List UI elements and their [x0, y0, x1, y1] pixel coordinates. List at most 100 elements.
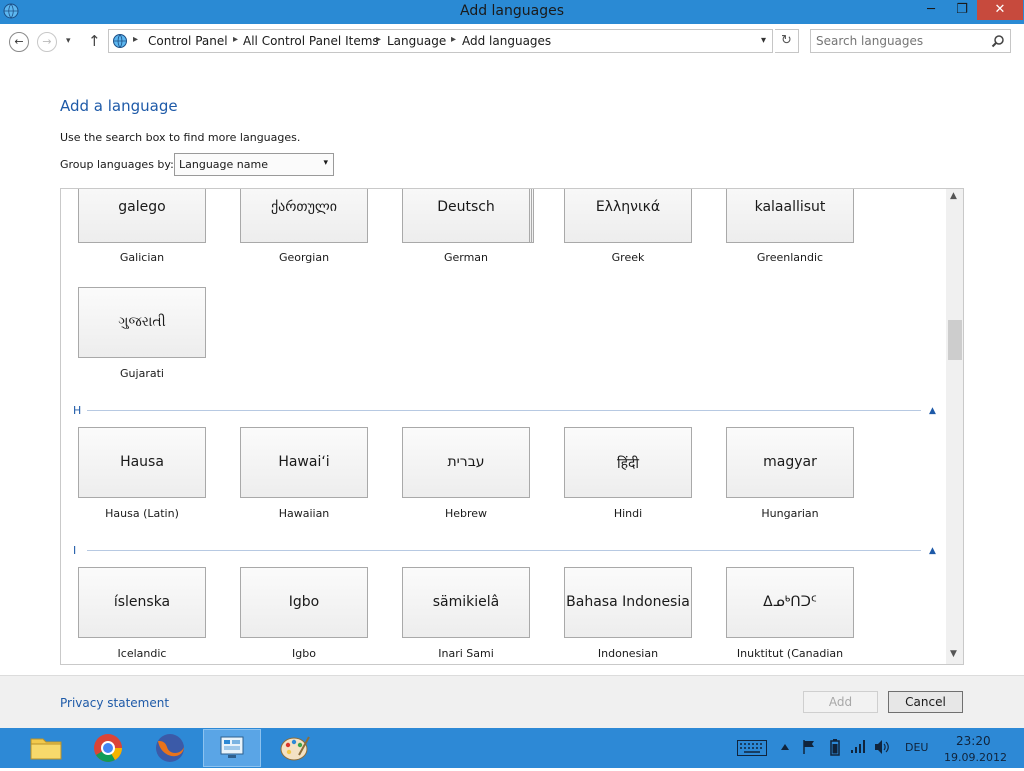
input-language-indicator[interactable]: DEU — [905, 741, 928, 754]
breadcrumb-add-languages[interactable]: Add languages — [462, 34, 551, 48]
language-tile-german[interactable]: Deutsch — [402, 189, 530, 243]
search-hint: Use the search box to find more language… — [60, 131, 301, 144]
language-caption: Hungarian — [761, 507, 819, 520]
language-caption: Icelandic — [117, 647, 167, 660]
breadcrumb-separator[interactable]: ▸ — [376, 34, 381, 45]
breadcrumb-all-items[interactable]: All Control Panel Items — [243, 34, 379, 48]
native-name: ગુજરાતી — [118, 314, 166, 330]
title-bar: Add languages ─ ❐ ✕ — [0, 0, 1024, 24]
language-caption: Georgian — [278, 251, 330, 264]
privacy-statement-link[interactable]: Privacy statement — [60, 696, 169, 710]
scrollbar-thumb[interactable] — [948, 320, 962, 360]
breadcrumb-separator[interactable]: ▸ — [451, 34, 456, 45]
native-name: ქართული — [270, 199, 338, 215]
clock-date[interactable]: 19.09.2012 — [944, 751, 1007, 764]
close-button[interactable]: ✕ — [977, 0, 1023, 20]
minimize-button[interactable]: ─ — [916, 0, 946, 20]
breadcrumb-language[interactable]: Language — [387, 34, 446, 48]
native-name: Bahasa Indonesia — [566, 594, 690, 610]
language-tile-greek[interactable]: Ελληνικά — [564, 189, 692, 243]
control-panel-icon — [220, 736, 244, 758]
folder-icon — [30, 738, 62, 760]
window-title: Add languages — [459, 3, 565, 19]
language-tile-hausa[interactable]: Hausa — [78, 427, 206, 498]
language-tile-igbo[interactable]: Igbo — [240, 567, 368, 638]
collapse-group-icon[interactable]: ▲ — [929, 546, 936, 556]
recent-locations-button[interactable]: ▾ — [66, 36, 71, 46]
group-header-i[interactable]: I — [73, 544, 76, 557]
language-tile-galician[interactable]: galego — [78, 189, 206, 243]
search-input[interactable] — [810, 29, 1011, 53]
breadcrumb-control-panel[interactable]: Control Panel — [148, 34, 228, 48]
native-name: Hausa — [120, 454, 164, 470]
language-tile-greenlandic[interactable]: kalaallisut — [726, 189, 854, 243]
clock-time[interactable]: 23:20 — [956, 734, 991, 748]
group-header-h[interactable]: H — [73, 404, 81, 417]
language-tile-georgian[interactable]: ქართული — [240, 189, 368, 243]
group-by-label: Group languages by: — [60, 158, 174, 171]
group-by-select[interactable]: Language name ▾ — [174, 153, 334, 176]
show-hidden-icons-icon[interactable] — [780, 742, 790, 752]
vertical-scrollbar[interactable]: ▲ ▼ — [946, 189, 963, 664]
native-name: kalaallisut — [754, 199, 826, 215]
language-tile-hindi[interactable]: हिंदी — [564, 427, 692, 498]
native-name: עברית — [447, 454, 485, 470]
taskbar: DEU 23:20 19.09.2012 — [0, 728, 1024, 768]
touch-keyboard-icon[interactable] — [737, 740, 767, 756]
add-button[interactable]: Add — [803, 691, 878, 713]
battery-icon[interactable] — [830, 738, 840, 756]
volume-icon[interactable] — [874, 739, 890, 755]
language-tile-hawaiian[interactable]: Hawaiʻi — [240, 427, 368, 498]
back-button[interactable]: ← — [9, 32, 29, 52]
refresh-button[interactable]: ↻ — [775, 29, 799, 53]
forward-button[interactable]: → — [37, 32, 57, 52]
native-name: sämikielâ — [432, 594, 500, 610]
scroll-down-button[interactable]: ▼ — [950, 649, 957, 659]
language-caption: Inari Sami — [438, 647, 494, 660]
group-divider — [87, 410, 921, 411]
taskbar-control-panel[interactable] — [203, 729, 261, 767]
language-tile-gujarati[interactable]: ગુજરાતી — [78, 287, 206, 358]
native-name: ᐃᓄᒃᑎᑐᑦ — [763, 594, 817, 610]
native-name: हिंदी — [616, 456, 640, 472]
taskbar-firefox[interactable] — [141, 729, 199, 767]
language-caption: Greenlandic — [756, 251, 824, 264]
address-dropdown-button[interactable]: ▾ — [761, 35, 766, 46]
firefox-icon — [156, 734, 184, 762]
cancel-button[interactable]: Cancel — [888, 691, 963, 713]
group-by-value: Language name — [179, 158, 268, 171]
search-icon[interactable] — [991, 34, 1005, 48]
navigation-bar: ← → ▾ ↑ ▸ Control Panel ▸ All Control Pa… — [0, 24, 1024, 60]
breadcrumb-separator[interactable]: ▸ — [233, 34, 238, 45]
language-tile-hungarian[interactable]: magyar — [726, 427, 854, 498]
action-center-flag-icon[interactable] — [802, 739, 816, 755]
network-signal-icon[interactable] — [850, 738, 868, 754]
native-name: Igbo — [288, 594, 320, 610]
address-bar[interactable]: ▸ Control Panel ▸ All Control Panel Item… — [108, 29, 773, 53]
up-button[interactable]: ↑ — [88, 32, 101, 50]
native-name: Hawaiʻi — [278, 454, 330, 470]
language-caption: Greek — [611, 251, 645, 264]
language-caption: Gujarati — [120, 367, 164, 380]
native-name: galego — [118, 199, 166, 215]
language-caption: Galician — [119, 251, 165, 264]
language-caption: German — [443, 251, 489, 264]
control-panel-icon — [113, 34, 127, 48]
restore-button[interactable]: ❐ — [948, 0, 976, 20]
language-tile-icelandic[interactable]: íslenska — [78, 567, 206, 638]
language-tile-inari-sami[interactable]: sämikielâ — [402, 567, 530, 638]
taskbar-chrome[interactable] — [79, 729, 137, 767]
collapse-group-icon[interactable]: ▲ — [929, 406, 936, 416]
taskbar-paint[interactable] — [265, 729, 323, 767]
language-list[interactable]: galego Galician ქართული Georgian Deutsch… — [60, 188, 964, 665]
language-caption: Hawaiian — [278, 507, 330, 520]
taskbar-file-explorer[interactable] — [17, 729, 75, 767]
breadcrumb-separator[interactable]: ▸ — [133, 34, 138, 45]
page-title: Add a language — [60, 97, 178, 115]
group-divider — [87, 550, 921, 551]
chrome-icon — [94, 734, 122, 762]
scroll-up-button[interactable]: ▲ — [950, 191, 957, 201]
language-tile-indonesian[interactable]: Bahasa Indonesia — [564, 567, 692, 638]
language-tile-inuktitut[interactable]: ᐃᓄᒃᑎᑐᑦ — [726, 567, 854, 638]
language-tile-hebrew[interactable]: עברית — [402, 427, 530, 498]
